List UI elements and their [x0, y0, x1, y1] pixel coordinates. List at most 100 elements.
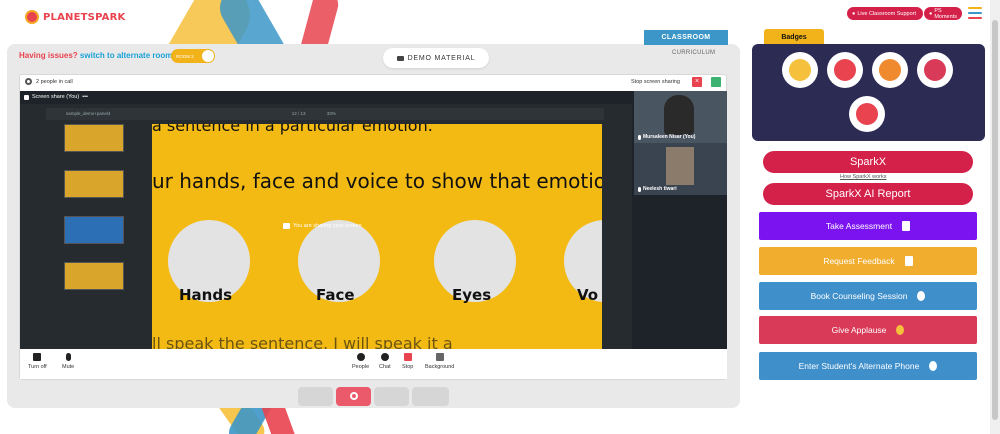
star-icon	[879, 59, 901, 81]
stop-label: Stop	[402, 364, 414, 370]
clipboard-icon	[902, 221, 911, 231]
document-icon	[904, 256, 913, 266]
share-status-icon[interactable]	[711, 77, 721, 87]
call-controls: Turn off Mute People Chat Stop Backgroun…	[20, 349, 727, 379]
idea-icon	[924, 59, 946, 81]
screen-share-icon	[283, 223, 290, 229]
clap-icon	[896, 325, 905, 335]
badge-applause[interactable]	[827, 52, 863, 88]
pdf-zoom: 33%	[326, 111, 336, 116]
demo-material-button[interactable]: DEMO MATERIAL	[383, 48, 489, 68]
logo-mark	[25, 10, 39, 24]
menu-line-3	[968, 17, 982, 19]
background-label: Background	[425, 364, 455, 370]
phone-icon	[917, 291, 926, 301]
take-assessment-label: Take Assessment	[825, 221, 893, 231]
top-bar: PLANETSPARK ● Live Classroom Support ● P…	[0, 0, 1000, 40]
participant-name-2: Neelesh tiwari	[638, 186, 677, 192]
more-options-icon[interactable]: •••	[82, 94, 88, 100]
ps-moments-button[interactable]: ● PS Moments	[924, 7, 962, 20]
menu-line-2	[968, 12, 982, 14]
take-assessment-button[interactable]: Take Assessment	[759, 212, 977, 240]
background-button[interactable]: Background	[425, 353, 454, 370]
voice-label: Vo	[577, 286, 599, 304]
mic-icon	[638, 186, 641, 192]
tab-curriculum[interactable]: CURRICULUM	[672, 50, 715, 56]
live-icon: ●	[852, 10, 856, 17]
fullscreen-button[interactable]	[298, 387, 333, 406]
people-count: 2 people in call	[36, 79, 73, 85]
participant-tile-other: Neelesh tiwari	[634, 143, 727, 195]
badge-trophy[interactable]	[782, 52, 818, 88]
pdf-title: sample_demo+panel4	[66, 111, 111, 116]
screen-share-label: Screen share (You) •••	[24, 94, 88, 100]
badges-tab: Badges	[764, 29, 824, 45]
stop-icon	[403, 353, 412, 361]
mute-button[interactable]: Mute	[62, 353, 74, 370]
gear-icon[interactable]	[25, 78, 32, 85]
power-icon	[349, 392, 358, 400]
chat-icon	[380, 353, 389, 361]
people-button[interactable]: People	[352, 353, 369, 370]
sparkx-report-label: SparkX AI Report	[825, 188, 911, 200]
pen-button[interactable]	[374, 387, 409, 406]
participant-name-text: Mursaleen Nisar (You)	[643, 134, 696, 140]
demo-material-label: DEMO MATERIAL	[407, 54, 476, 62]
tab-classroom-label: CLASSROOM	[661, 34, 711, 41]
alternate-room-link[interactable]: switch to alternate room	[80, 51, 172, 60]
chat-label: Chat	[379, 364, 391, 370]
slide-line-2: ur hands, face and voice to show that em…	[152, 169, 602, 193]
people-icon	[356, 353, 365, 361]
give-applause-button[interactable]: Give Applause	[759, 316, 977, 344]
how-sparkx-link[interactable]: How SparkX works	[840, 174, 886, 180]
live-support-label: Live Classroom Support	[857, 10, 917, 17]
pdf-thumbnails	[64, 124, 130, 308]
badge-idea[interactable]	[917, 52, 953, 88]
slide-line-1: a sentence in a particular emotion.	[152, 124, 433, 135]
sparkx-button[interactable]: SparkX	[763, 151, 973, 173]
pdf-page: 12 / 13	[291, 111, 306, 116]
scrollbar-thumb[interactable]	[992, 20, 998, 420]
participant-video	[664, 95, 694, 135]
logo-text: PLANETSPARK	[43, 11, 126, 23]
live-support-button[interactable]: ● Live Classroom Support	[847, 7, 923, 20]
camera-button[interactable]: Turn off	[28, 353, 47, 370]
trophy-icon	[789, 59, 811, 81]
ps-moments-label: PS Moments	[934, 7, 957, 20]
mic-icon	[65, 353, 71, 361]
pdf-toolbar: sample_demo+panel4 12 / 13 33%	[46, 108, 604, 120]
room-toggle[interactable]: ROOM 2	[171, 49, 215, 63]
stop-sharing-close-icon[interactable]: ×	[692, 77, 702, 87]
request-feedback-button[interactable]: Request Feedback	[759, 247, 977, 275]
issue-text: Having issues? switch to alternate room	[19, 51, 172, 60]
give-applause-label: Give Applause	[831, 325, 887, 335]
badge-star[interactable]	[872, 52, 908, 88]
book-counseling-button[interactable]: Book Counseling Session	[759, 282, 977, 310]
sparkx-label: SparkX	[849, 156, 887, 168]
tab-classroom[interactable]: CLASSROOM	[644, 30, 728, 45]
chat-button[interactable]: Chat	[379, 353, 391, 370]
menu-icon[interactable]	[968, 7, 982, 22]
sparkx-report-button[interactable]: SparkX AI Report	[763, 183, 973, 205]
camera-label: Turn off	[28, 364, 47, 370]
brand-logo[interactable]: PLANETSPARK	[25, 10, 125, 24]
thumbnail	[64, 124, 124, 152]
camera-icon	[33, 353, 42, 361]
thumbnail	[64, 216, 124, 244]
sharing-notice-text: You are sharing your screen	[293, 223, 362, 229]
participant-video	[666, 147, 694, 185]
call-header: 2 people in call Stop screen sharing ×	[19, 74, 727, 90]
screen-share-title: Screen share (You)	[32, 94, 80, 100]
badges-title: Badges	[781, 33, 807, 41]
moments-icon: ●	[929, 10, 933, 17]
phone-icon	[929, 361, 938, 371]
participant-name-1: Mursaleen Nisar (You)	[638, 134, 695, 140]
palette-button[interactable]	[412, 387, 449, 406]
sharing-notice: You are sharing your screen	[283, 223, 362, 229]
screen-icon	[24, 94, 29, 100]
stop-button[interactable]: Stop	[402, 353, 413, 370]
end-class-button[interactable]	[336, 387, 371, 406]
folder-icon	[396, 55, 404, 61]
badge-thinker[interactable]	[849, 96, 885, 132]
alternate-phone-button[interactable]: Enter Student's Alternate Phone	[759, 352, 977, 380]
